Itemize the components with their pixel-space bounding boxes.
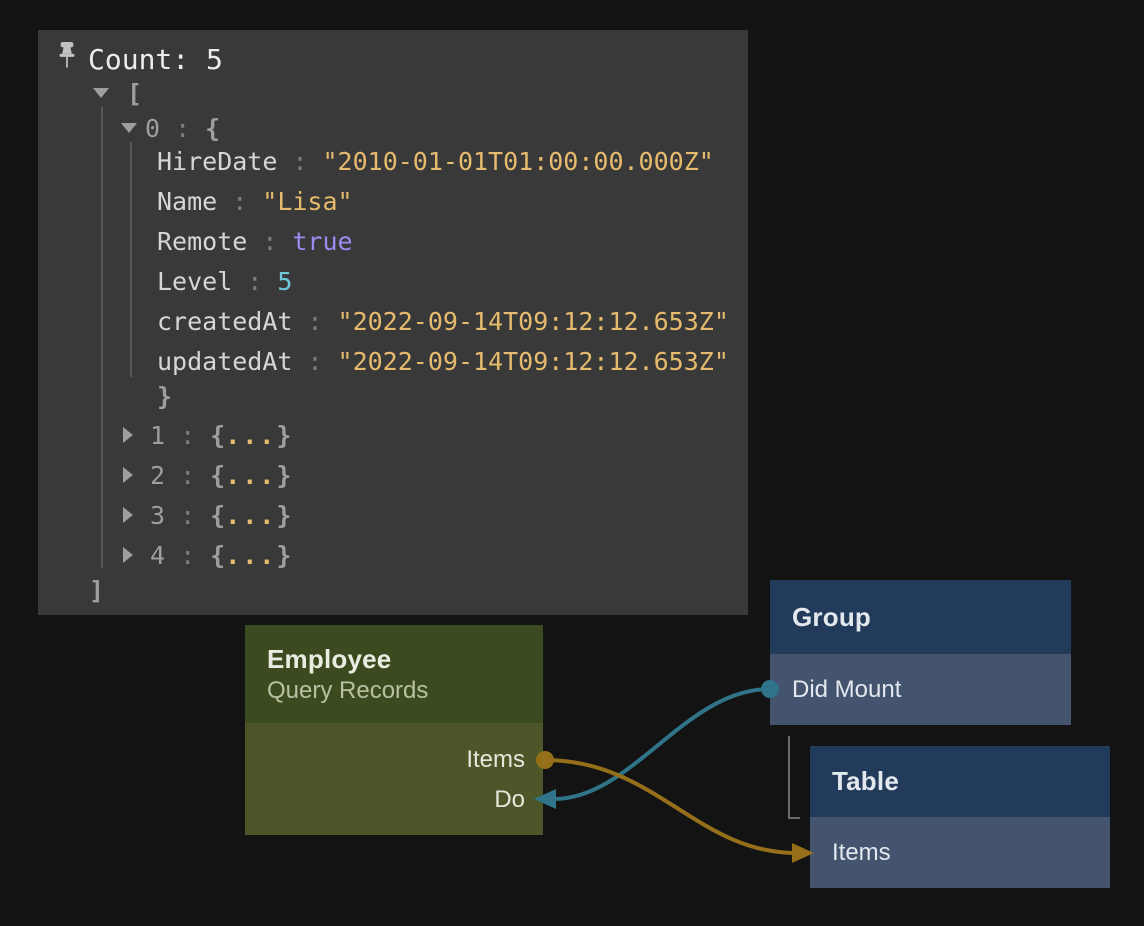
node-title: Employee [267,644,543,675]
node-ports: Items [810,817,1110,888]
expand-triangle-icon[interactable] [123,507,133,523]
node-header[interactable]: Group [770,580,1071,654]
brace-open: { [210,421,225,450]
port-do-input[interactable]: Do [245,780,543,820]
brace-close: } [276,461,291,490]
separator: : [180,541,195,570]
item-index: 2 [150,461,165,490]
inspector-count-label: Count: 5 [88,40,223,78]
tree-field-row: Remote: true [157,221,353,261]
node-title: Group [792,602,1071,633]
brace-close: } [276,421,291,450]
item-index: 3 [150,501,165,530]
field-value: "2022-09-14T09:12:12.653Z" [338,347,729,376]
separator: : [262,227,277,256]
item-index: 1 [150,421,165,450]
field-value: "Lisa" [262,187,352,216]
expand-triangle-icon[interactable] [123,467,133,483]
node-subtitle: Query Records [267,677,543,705]
port-did-mount-output[interactable]: Did Mount [770,654,1071,725]
tree-collapsed-row[interactable]: 1: {...} [150,415,291,455]
tree-field-row: Level:5 [157,261,292,301]
separator: : [232,187,247,216]
connection-didmount-to-do[interactable] [554,689,770,799]
item-index: 0 [145,114,160,143]
field-key: HireDate [157,147,277,176]
field-key: Level [157,267,232,296]
collapse-triangle-icon[interactable] [121,123,137,133]
separator: : [180,501,195,530]
collapsed-preview: ... [225,421,276,450]
tree-guide-line [101,107,103,568]
item-index: 4 [150,541,165,570]
separator: : [292,147,307,176]
collapsed-preview: ... [225,461,276,490]
tree-field-row: createdAt: "2022-09-14T09:12:12.653Z" [157,301,729,341]
separator: : [307,307,322,336]
collapse-triangle-icon[interactable] [93,88,109,98]
brace-close: } [276,501,291,530]
node-ports: Did Mount [770,654,1071,725]
brace-open: { [210,501,225,530]
tree-field-row: updatedAt: "2022-09-14T09:12:12.653Z" [157,341,729,381]
separator: : [307,347,322,376]
separator: : [180,461,195,490]
field-value: true [292,227,352,256]
field-key: Name [157,187,217,216]
node-employee-query-records[interactable]: Employee Query Records Items Do [245,625,543,835]
array-open-bracket: [ [127,79,142,108]
array-close-bracket: ] [89,576,104,605]
brace-open: { [205,114,220,143]
field-key: createdAt [157,307,292,336]
separator: : [247,267,262,296]
connection-items-to-items[interactable] [545,760,796,853]
field-value: "2010-01-01T01:00:00.000Z" [322,147,713,176]
tree-field-row: Name: "Lisa" [157,181,353,221]
collapsed-preview: ... [225,501,276,530]
hierarchy-elbow-line [789,736,800,818]
node-ports: Items Do [245,723,543,835]
port-items-output[interactable]: Items [245,740,543,780]
node-title: Table [832,766,1110,797]
tree-collapsed-row[interactable]: 3: {...} [150,495,291,535]
tree-array-open-row[interactable]: [ [127,73,142,113]
data-inspector-panel: Count: 5 [ 0: { HireDate: "2010-01-01T01:0… [38,30,748,615]
collapsed-preview: ... [225,541,276,570]
separator: : [175,114,190,143]
tree-array-close-row: ] [89,570,104,610]
node-table[interactable]: Table Items [810,746,1110,888]
port-items-input[interactable]: Items [810,817,1110,888]
node-header[interactable]: Employee Query Records [245,625,543,723]
brace-open: { [210,461,225,490]
tree-guide-line [130,142,132,377]
field-key: Remote [157,227,247,256]
node-group[interactable]: Group Did Mount [770,580,1071,725]
tree-collapsed-row[interactable]: 4: {...} [150,535,291,575]
tree-field-row: HireDate: "2010-01-01T01:00:00.000Z" [157,141,714,181]
field-key: updatedAt [157,347,292,376]
inspector-header: Count: 5 [38,40,748,78]
pin-icon[interactable] [56,42,78,74]
field-value: 5 [277,267,292,296]
field-value: "2022-09-14T09:12:12.653Z" [338,307,729,336]
expand-triangle-icon[interactable] [123,547,133,563]
separator: : [180,421,195,450]
tree-brace-close-row: } [157,376,172,416]
brace-open: { [210,541,225,570]
tree-collapsed-row[interactable]: 2: {...} [150,455,291,495]
brace-close: } [276,541,291,570]
node-header[interactable]: Table [810,746,1110,817]
expand-triangle-icon[interactable] [123,427,133,443]
node-graph-canvas[interactable]: Count: 5 [ 0: { HireDate: "2010-01-01T01:0… [0,0,1144,926]
brace-close: } [157,382,172,411]
